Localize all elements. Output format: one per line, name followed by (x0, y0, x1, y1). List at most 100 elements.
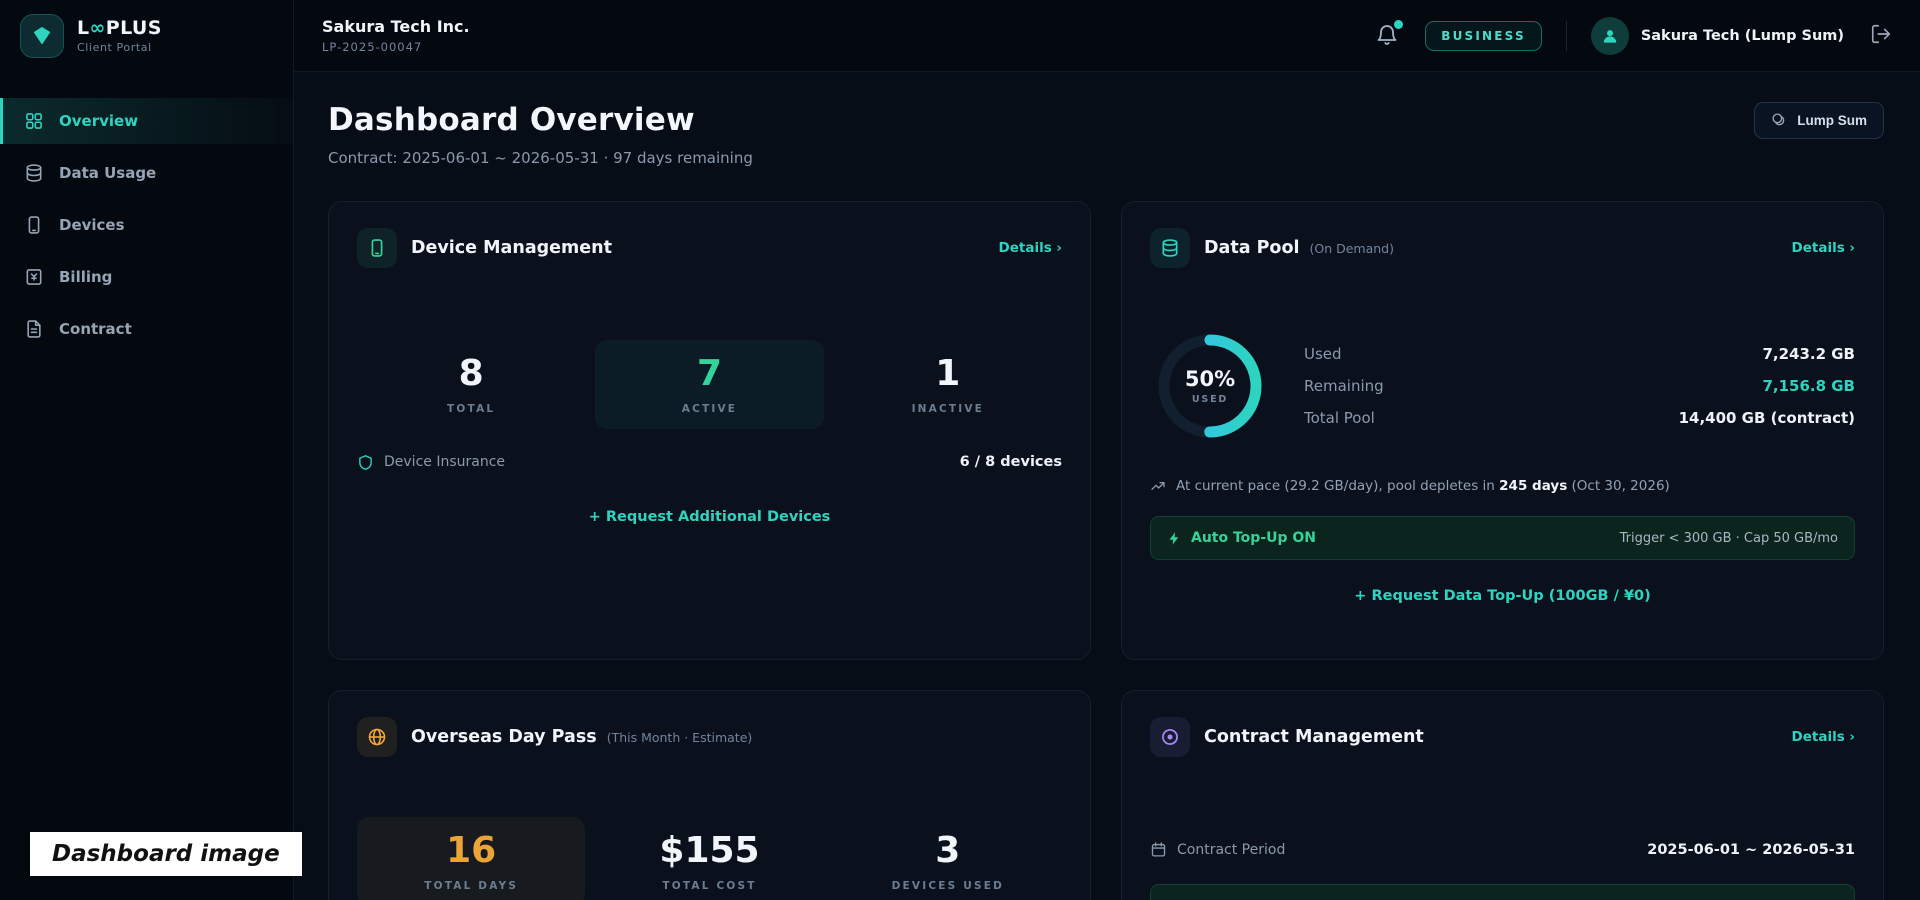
annotation-caption: Dashboard image (30, 832, 302, 876)
data-pool-body: 50% USED Used 7,243.2 GB Remaining 7,156… (1150, 326, 1855, 446)
request-additional-devices-link[interactable]: + Request Additional Devices (357, 509, 1062, 525)
pool-row-remaining: Remaining 7,156.8 GB (1304, 370, 1855, 402)
pool-row-used: Used 7,243.2 GB (1304, 338, 1855, 370)
contract-period-label: Contract Period (1177, 842, 1285, 858)
card-title: Device Management (411, 238, 612, 258)
depletion-forecast-note: At current pace (29.2 GB/day), pool depl… (1150, 478, 1855, 494)
stat-label: TOTAL DAYS (357, 880, 585, 892)
cards-grid: Device Management Details › 8 TOTAL 7 AC… (328, 201, 1884, 900)
brand-text: L∞PLUS Client Portal (77, 18, 162, 55)
row-value: 14,400 GB (contract) (1679, 409, 1855, 427)
card-head: Data Pool (On Demand) Details › (1150, 228, 1855, 268)
forecast-days: 245 days (1499, 478, 1567, 494)
stat-inactive-devices: 1 INACTIVE (834, 340, 1062, 429)
request-data-topup-link[interactable]: + Request Data Top-Up (100GB / ¥0) (1150, 588, 1855, 604)
header-divider (1566, 21, 1567, 51)
contract-period-value: 2025-06-01 ~ 2026-05-31 (1647, 842, 1855, 858)
bolt-icon (1167, 531, 1182, 546)
sidebar-item-label: Overview (59, 112, 138, 130)
stat-label: INACTIVE (834, 403, 1062, 415)
file-text-icon (24, 319, 44, 339)
contract-icon (1160, 727, 1180, 747)
insurance-value: 6 / 8 devices (960, 454, 1062, 470)
stat-value: 1 (834, 354, 1062, 394)
lump-sum-button-label: Lump Sum (1797, 113, 1867, 128)
stat-devices-used: 3 DEVICES USED (834, 817, 1062, 900)
contract-card-icon-box (1150, 717, 1190, 757)
device-stats: 8 TOTAL 7 ACTIVE 1 INACTIVE (357, 340, 1062, 429)
sidebar-item-label: Contract (59, 320, 132, 338)
data-pool-details-link[interactable]: Details › (1792, 240, 1855, 256)
card-head: Device Management Details › (357, 228, 1062, 268)
sidebar-item-devices[interactable]: Devices (0, 202, 293, 248)
overseas-day-pass-card: Overseas Day Pass (This Month · Estimate… (328, 690, 1091, 900)
brand-title: L∞PLUS (77, 18, 162, 40)
brand-subtitle: Client Portal (77, 41, 162, 54)
stat-total-devices: 8 TOTAL (357, 340, 585, 429)
sidebar-item-label: Devices (59, 216, 125, 234)
stat-label: TOTAL (357, 403, 585, 415)
stat-label: TOTAL COST (595, 880, 823, 892)
card-title: Data Pool (1204, 238, 1299, 258)
contract-details-link[interactable]: Details › (1792, 729, 1855, 745)
sidebar: Overview Data Usage Devices Billing Cont… (0, 72, 294, 900)
logout-icon (1870, 23, 1892, 45)
card-title: Overseas Day Pass (411, 727, 597, 747)
coins-icon (1771, 112, 1788, 129)
plan-badge: BUSINESS (1425, 21, 1542, 51)
stat-label: DEVICES USED (834, 880, 1062, 892)
sidebar-item-billing[interactable]: Billing (0, 254, 293, 300)
auto-topup-status-bar: Auto Top-Up ON Trigger < 300 GB · Cap 50… (1150, 516, 1855, 560)
insurance-label: Device Insurance (384, 454, 505, 470)
device-insurance-row: Device Insurance 6 / 8 devices (357, 454, 1062, 471)
top-header: Sakura Tech Inc. LP-2025-00047 BUSINESS … (294, 0, 1920, 72)
card-title-note: (On Demand) (1309, 241, 1394, 256)
device-details-link[interactable]: Details › (999, 240, 1062, 256)
donut-caption: USED (1192, 394, 1228, 405)
sidebar-item-label: Data Usage (59, 164, 156, 182)
main-content: Dashboard Overview Contract: 2025-06-01 … (294, 72, 1920, 900)
card-head: Contract Management Details › (1150, 717, 1855, 757)
contract-management-card: Contract Management Details › Contract P… (1121, 690, 1884, 900)
avatar[interactable] (1591, 17, 1629, 55)
notification-dot (1392, 18, 1405, 31)
company-id: LP-2025-00047 (322, 40, 470, 54)
row-value: 7,156.8 GB (1762, 377, 1855, 395)
device-card-icon-box (357, 228, 397, 268)
database-icon (24, 163, 44, 183)
database-icon (1160, 238, 1180, 258)
row-label: Remaining (1304, 377, 1384, 395)
usage-donut-chart: 50% USED (1150, 326, 1270, 446)
day-pass-card-icon-box (357, 717, 397, 757)
logout-button[interactable] (1870, 23, 1892, 49)
forecast-text: At current pace (29.2 GB/day), pool depl… (1176, 478, 1670, 494)
smartphone-icon (367, 238, 387, 258)
stat-value: $155 (595, 831, 823, 871)
page-subtitle: Contract: 2025-06-01 ~ 2026-05-31 · 97 d… (328, 149, 753, 167)
app-logo (20, 14, 64, 58)
calendar-icon (1150, 841, 1167, 858)
app-root: L∞PLUS Client Portal Sakura Tech Inc. LP… (0, 0, 1920, 900)
data-pool-card-icon-box (1150, 228, 1190, 268)
card-title-note: (This Month · Estimate) (607, 730, 753, 745)
page-head: Dashboard Overview Contract: 2025-06-01 … (328, 102, 1884, 167)
user-name: Sakura Tech (Lump Sum) (1641, 28, 1844, 44)
page-head-text: Dashboard Overview Contract: 2025-06-01 … (328, 102, 753, 167)
user-icon (1600, 26, 1620, 46)
brand-area: L∞PLUS Client Portal (0, 0, 294, 72)
trending-up-icon (1150, 478, 1166, 494)
donut-percent: 50% (1185, 367, 1235, 391)
sidebar-item-data-usage[interactable]: Data Usage (0, 150, 293, 196)
auto-topup-rule: Trigger < 300 GB · Cap 50 GB/mo (1620, 531, 1838, 546)
stat-total-cost: $155 TOTAL COST (595, 817, 823, 900)
sidebar-item-contract[interactable]: Contract (0, 306, 293, 352)
card-title: Contract Management (1204, 727, 1424, 747)
stat-value: 16 (357, 831, 585, 871)
sidebar-item-label: Billing (59, 268, 112, 286)
auto-topup-label: Auto Top-Up ON (1191, 530, 1316, 546)
notifications-button[interactable] (1375, 23, 1401, 49)
row-label: Total Pool (1304, 409, 1375, 427)
sidebar-item-overview[interactable]: Overview (0, 98, 293, 144)
stat-value: 7 (595, 354, 823, 394)
lump-sum-button[interactable]: Lump Sum (1754, 102, 1884, 139)
